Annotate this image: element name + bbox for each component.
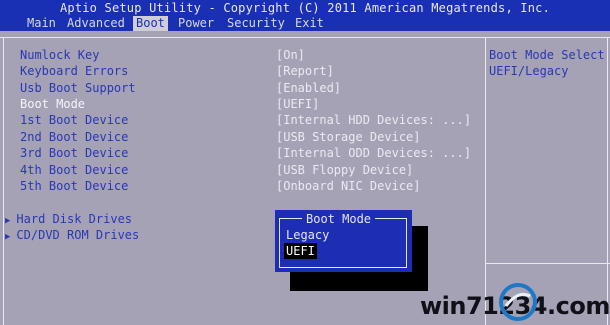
setting-label-keyboard-errors[interactable]: Keyboard Errors — [20, 63, 128, 79]
submenu-arrow-icon: ▶ — [5, 232, 11, 242]
setting-value-2nd-boot[interactable]: [USB Storage Device] — [276, 129, 421, 145]
popup-option-uefi[interactable]: UEFI — [284, 243, 317, 260]
submenu-cd-dvd-drives[interactable]: ▶ CD/DVD ROM Drives — [5, 227, 139, 245]
submenu-label: CD/DVD ROM Drives — [16, 228, 140, 242]
setting-label-4th-boot[interactable]: 4th Boot Device — [20, 162, 128, 178]
setting-label-numlock[interactable]: Numlock Key — [20, 47, 99, 63]
setting-value-5th-boot[interactable]: [Onboard NIC Device] — [276, 178, 421, 194]
setting-label-usb-boot[interactable]: Usb Boot Support — [20, 80, 136, 96]
setting-label-2nd-boot[interactable]: 2nd Boot Device — [20, 129, 128, 145]
setting-label-1st-boot[interactable]: 1st Boot Device — [20, 112, 128, 128]
setting-label-3rd-boot[interactable]: 3rd Boot Device — [20, 145, 128, 161]
panel-left-border — [3, 37, 4, 325]
tab-advanced[interactable]: Advanced — [67, 16, 125, 31]
setting-value-3rd-boot[interactable]: [Internal ODD Devices: ...] — [276, 145, 471, 161]
setting-value-keyboard-errors[interactable]: [Report] — [276, 63, 334, 79]
watermark-logo-icon — [499, 283, 537, 321]
setting-value-boot-mode[interactable]: [UEFI] — [276, 96, 319, 112]
help-bottom-divider — [485, 263, 610, 264]
help-divider — [485, 37, 486, 325]
submenu-label: Hard Disk Drives — [16, 212, 133, 226]
panel-top-border — [0, 37, 610, 38]
help-text-line1: Boot Mode Select — [489, 48, 605, 62]
setting-value-numlock[interactable]: [On] — [276, 47, 305, 63]
setting-value-4th-boot[interactable]: [USB Floppy Device] — [276, 162, 413, 178]
tab-boot[interactable]: Boot — [133, 16, 168, 31]
popup-option-legacy[interactable]: Legacy — [286, 227, 329, 243]
submenu-arrow-icon: ▶ — [5, 216, 11, 226]
setting-label-5th-boot[interactable]: 5th Boot Device — [20, 178, 128, 194]
setting-value-1st-boot[interactable]: [Internal HDD Devices: ...] — [276, 112, 471, 128]
tab-power[interactable]: Power — [178, 16, 214, 31]
setting-value-usb-boot[interactable]: [Enabled] — [276, 80, 341, 96]
setting-label-boot-mode[interactable]: Boot Mode — [20, 96, 85, 112]
tab-security[interactable]: Security — [227, 16, 285, 31]
help-text-line2: UEFI/Legacy — [489, 64, 569, 78]
tab-exit[interactable]: Exit — [295, 16, 324, 31]
popup-title: Boot Mode — [302, 211, 376, 228]
tab-main[interactable]: Main — [27, 16, 56, 31]
bios-title: Aptio Setup Utility - Copyright (C) 2011… — [59, 1, 551, 15]
panel-right-border — [607, 37, 608, 325]
